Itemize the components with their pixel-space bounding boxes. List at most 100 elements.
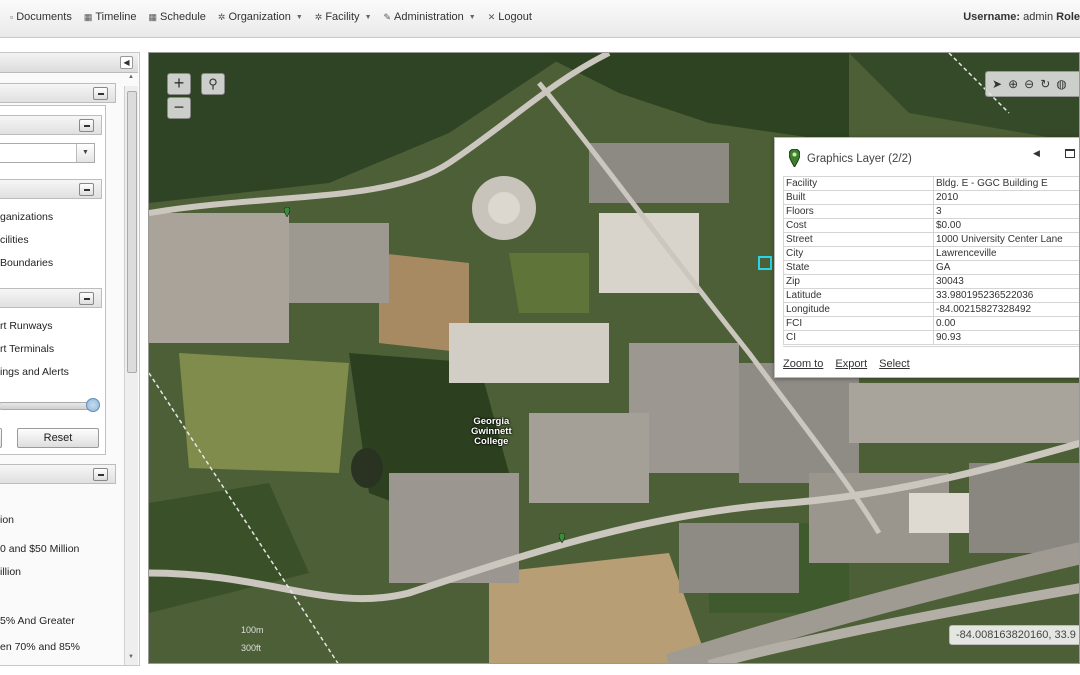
chevron-down-icon: ▼ (468, 13, 476, 21)
legend-item: 0 and $50 Million (0, 543, 80, 555)
pointer-icon[interactable]: ➤ (992, 77, 1002, 91)
zoom-out-icon[interactable]: ⊖ (1024, 77, 1034, 91)
layer-facilities[interactable]: cilities (0, 234, 29, 246)
attribute-key: Street (783, 232, 934, 247)
coordinate-readout: -84.008163820160, 33.9 (949, 625, 1079, 645)
attribute-key: Facility (783, 176, 934, 191)
nav-organization[interactable]: ✲ Organization ▼ (218, 11, 303, 23)
search-icon: ⚲ (208, 76, 218, 91)
nav-documents-label: Documents (16, 11, 72, 23)
gear-icon: ✲ (314, 11, 323, 22)
attribute-value: Lawrenceville (933, 246, 1079, 261)
attribute-key: Latitude (783, 288, 934, 303)
layer-airport-terminals[interactable]: rt Terminals (0, 343, 54, 355)
map-view[interactable]: + − ⚲ ➤ ⊕ ⊖ ↻ ◍ Georgia Gwinnett College… (148, 52, 1080, 664)
maximize-icon[interactable] (1065, 149, 1075, 158)
attribute-key: State (783, 260, 934, 275)
scale-bar: 100m 300ft (241, 621, 264, 657)
attribute-key: Cost (783, 218, 934, 233)
layer-airport-runways[interactable]: rt Runways (0, 320, 53, 332)
wrench-icon: ✎ (383, 11, 392, 22)
nav-schedule[interactable]: ▦ Schedule (149, 11, 206, 23)
attribute-row: Built 2010 (783, 190, 1079, 205)
chevron-down-icon: ▼ (295, 13, 303, 21)
document-icon: ▫ (10, 12, 14, 22)
collapse-section-button[interactable] (79, 183, 94, 196)
close-icon: ✕ (487, 11, 496, 22)
popup-title: Graphics Layer (2/2) (807, 153, 912, 165)
nav-logout[interactable]: ✕ Logout (488, 11, 532, 23)
main-nav: ▫ Documents ▦ Timeline ▦ Schedule ✲ Organiza… (10, 11, 532, 23)
zoom-out-button[interactable]: − (167, 97, 191, 119)
nav-facility-label: Facility (325, 11, 360, 23)
gear-icon: ✲ (217, 11, 226, 22)
previous-feature-icon[interactable]: ◀ (1033, 148, 1040, 159)
map-search-button[interactable]: ⚲ (201, 73, 225, 95)
username-value: admin (1023, 11, 1054, 23)
attribute-value: 2010 (933, 190, 1079, 205)
attribute-value: 1000 University Center Lane (933, 232, 1079, 247)
collapse-panel-button[interactable]: ◀ (120, 56, 133, 69)
attribute-row: FCI 0.00 (783, 316, 1079, 331)
zoom-in-icon[interactable]: ⊕ (1008, 77, 1018, 91)
chevron-down-icon[interactable]: ▼ (76, 144, 94, 162)
select-link[interactable]: Select (879, 358, 910, 370)
attribute-value: Bldg. E - GGC Building E (933, 176, 1079, 191)
calendar-icon: ▦ (148, 11, 158, 22)
attribute-row: Facility Bldg. E - GGC Building E (783, 176, 1079, 191)
attribute-row: Longitude -84.00215827328492 (783, 302, 1079, 317)
attribute-value: 90.93 (933, 330, 1079, 345)
section-header-main (0, 83, 116, 103)
nav-organization-label: Organization (228, 11, 291, 23)
nav-documents[interactable]: ▫ Documents (10, 11, 72, 23)
campus-label-line: College (474, 436, 509, 447)
attribute-key: CI (783, 330, 934, 345)
scroll-down-icon[interactable]: ▼ (128, 654, 134, 660)
section-header-airport (0, 288, 102, 308)
nav-logout-label: Logout (498, 11, 532, 23)
attribute-row: Street 1000 University Center Lane (783, 232, 1079, 247)
collapse-section-button[interactable] (93, 468, 108, 481)
feature-info-popup: Graphics Layer (2/2) ◀ Facility Bldg. E -… (774, 137, 1079, 378)
opacity-slider-track[interactable] (0, 402, 94, 410)
chevron-left-icon: ◀ (123, 58, 130, 67)
opacity-slider-handle[interactable] (86, 398, 100, 412)
campus-label: Georgia Gwinnett College (471, 417, 512, 447)
left-panel-header: ◀ (0, 53, 138, 73)
nav-timeline[interactable]: ▦ Timeline (84, 11, 137, 23)
collapse-section-button[interactable] (79, 119, 94, 132)
globe-icon[interactable]: ◍ (1056, 77, 1066, 91)
nav-facility[interactable]: ✲ Facility ▼ (315, 11, 372, 23)
zoom-to-link[interactable]: Zoom to (783, 358, 823, 370)
layer-boundaries[interactable]: Boundaries (0, 257, 53, 269)
panel-scrollbar[interactable]: ▲ ▼ (124, 74, 138, 665)
attribute-value: 30043 (933, 274, 1079, 289)
export-link[interactable]: Export (835, 358, 867, 370)
collapse-section-button[interactable] (79, 292, 94, 305)
zoom-in-button[interactable]: + (167, 73, 191, 95)
legend-item: en 70% and 85% (0, 641, 80, 653)
attribute-row: Zip 30043 (783, 274, 1079, 289)
reset-button[interactable]: Reset (17, 428, 99, 448)
layer-organizations[interactable]: ganizations (0, 211, 53, 223)
map-marker-icon[interactable] (284, 207, 290, 217)
collapse-section-button[interactable] (93, 87, 108, 100)
map-pin-icon (789, 149, 800, 167)
scroll-up-icon[interactable]: ▲ (128, 74, 134, 80)
map-marker-icon[interactable] (559, 533, 565, 543)
map-toolbar: ➤ ⊕ ⊖ ↻ ◍ (985, 71, 1079, 97)
refresh-icon[interactable]: ↻ (1040, 77, 1050, 91)
legend-item: illion (0, 566, 22, 578)
scroll-thumb[interactable] (127, 91, 137, 373)
filter-select[interactable]: ▼ (0, 143, 95, 163)
username-label: Username: (963, 11, 1021, 23)
left-panel: ◀ ▼ ganizations cilities Boundaries rt R… (0, 52, 140, 666)
layer-warnings-alerts[interactable]: ings and Alerts (0, 366, 69, 378)
nav-timeline-label: Timeline (95, 11, 137, 23)
legend-item: ion (0, 514, 15, 526)
popup-actions: Zoom to Export Select (783, 358, 910, 370)
apply-button[interactable] (0, 428, 2, 448)
attribute-row: State GA (783, 260, 1079, 275)
nav-administration[interactable]: ✎ Administration ▼ (384, 11, 476, 23)
attribute-value: GA (933, 260, 1079, 275)
